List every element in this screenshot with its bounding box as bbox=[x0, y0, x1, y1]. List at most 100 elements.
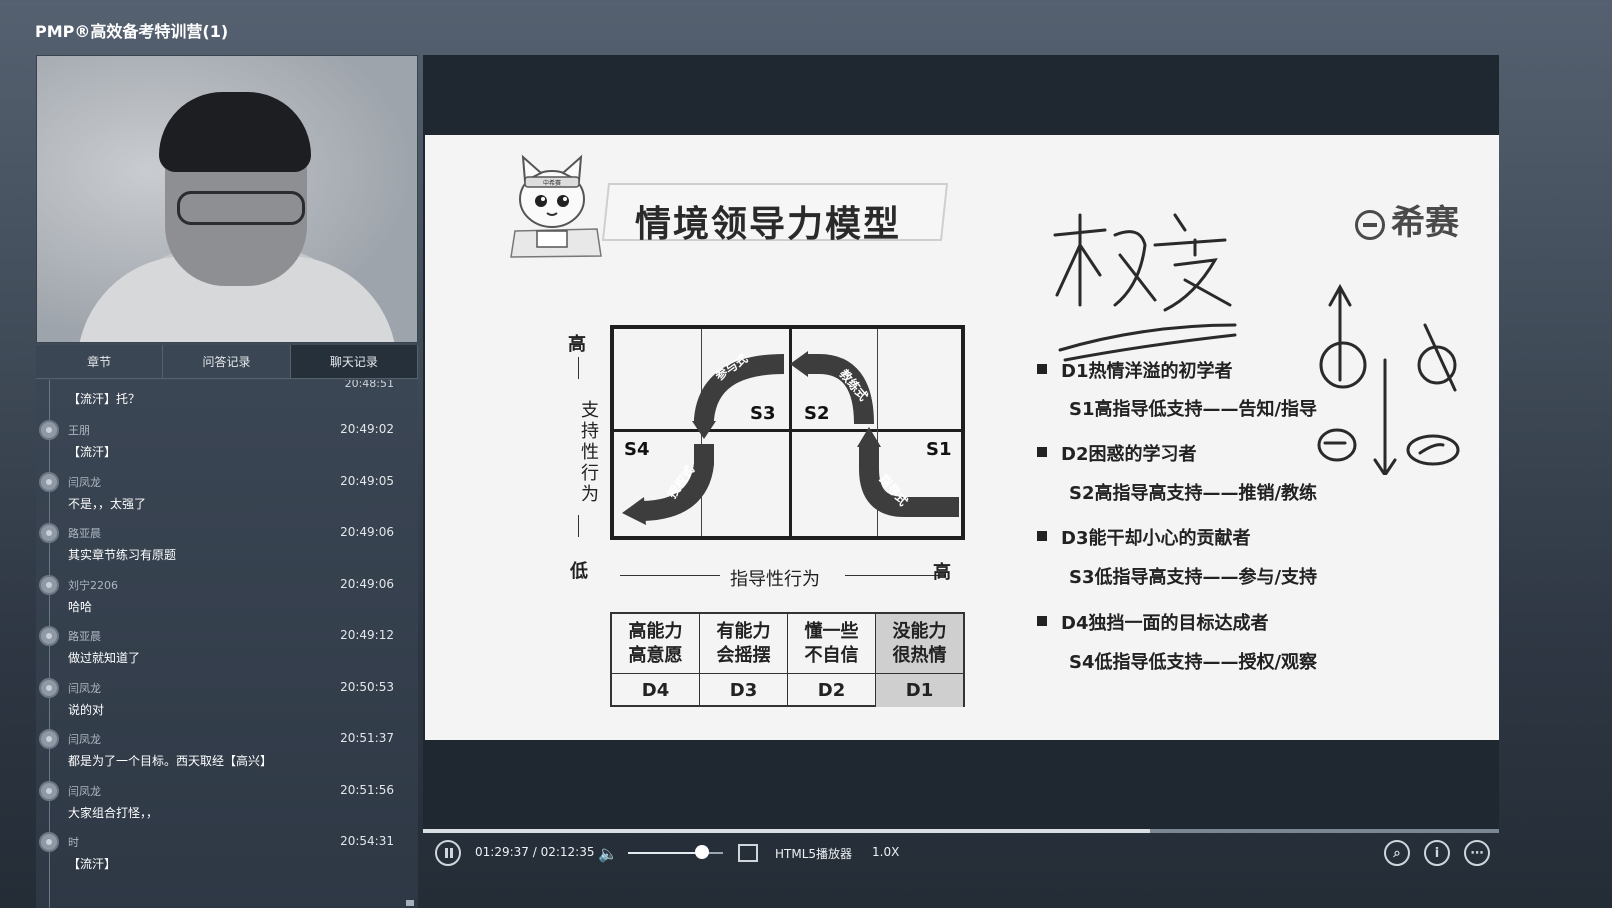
style-curve-arrows: 参与式 教练式 授权式 指导式 bbox=[622, 351, 959, 525]
chat-time: 20:51:37 bbox=[340, 731, 394, 745]
list-item: D3能干却小心的贡献者 bbox=[1037, 524, 1250, 550]
development-level-table: 高能力 高意愿 有能力 会摇摆 懂一些 不自信 没能力 很热情 D4 D3 D2… bbox=[610, 612, 965, 707]
lecture-slide: 中希赛 情境领导力模型 希赛 权变 高 支持性行为 低 指导性行为 高 参与式 … bbox=[425, 135, 1499, 740]
bullet-icon bbox=[1037, 616, 1047, 626]
volume-icon[interactable]: 🔈 bbox=[598, 844, 618, 863]
webcam-video[interactable] bbox=[36, 55, 418, 343]
chat-time: 20:49:12 bbox=[340, 628, 394, 642]
pause-button[interactable] bbox=[435, 840, 461, 866]
list-head: D1热情洋溢的初学者 bbox=[1061, 361, 1233, 382]
chat-user: 路亚晨 bbox=[68, 527, 101, 540]
chat-item: 闫凤龙 20:51:37 都是为了一个目标。西天取经【高兴】 bbox=[36, 727, 418, 777]
quadrant-s1: S1 bbox=[926, 439, 952, 460]
dev-line1: 懂一些 bbox=[804, 621, 859, 642]
chat-time: 20:48:51 bbox=[344, 380, 394, 390]
chat-text: 其实章节练习有原题 bbox=[68, 548, 177, 562]
chat-time: 20:51:56 bbox=[340, 783, 394, 797]
avatar bbox=[39, 575, 59, 595]
dev-cell: 高能力 高意愿 bbox=[612, 614, 700, 674]
avatar bbox=[39, 626, 59, 646]
quadrant-s3: S3 bbox=[750, 403, 776, 424]
chat-text: 说的对 bbox=[68, 703, 105, 717]
chat-time: 20:49:02 bbox=[340, 422, 394, 436]
dev-cell: 有能力 会摇摆 bbox=[700, 614, 788, 674]
avatar bbox=[39, 420, 59, 440]
bullet-icon bbox=[1037, 531, 1047, 541]
info-icon[interactable]: i bbox=[1424, 840, 1450, 866]
search-icon[interactable]: ⌕ bbox=[1384, 840, 1410, 866]
chat-item: 闫凤龙 20:50:53 说的对 bbox=[36, 676, 418, 726]
chat-user: 闫凤龙 bbox=[68, 476, 101, 489]
bullet-icon bbox=[1037, 364, 1047, 374]
chat-text: 大家组合打怪，， bbox=[68, 806, 159, 820]
avatar bbox=[39, 832, 59, 852]
chat-time: 20:49:06 bbox=[340, 525, 394, 539]
chat-user: 王朋 bbox=[68, 424, 90, 437]
dev-line2: 不自信 bbox=[804, 645, 859, 666]
chat-text: 【流汗】托？ bbox=[68, 392, 141, 406]
speed-button[interactable]: 1.0X bbox=[872, 845, 899, 859]
handwriting-annotation: 权变 bbox=[1045, 175, 1460, 475]
avatar bbox=[39, 729, 59, 749]
dev-code: D4 bbox=[612, 674, 700, 707]
tab-chat-records[interactable]: 聊天记录 bbox=[290, 345, 418, 378]
handwriting-text: 权变 bbox=[1045, 175, 1047, 176]
dev-cell: 懂一些 不自信 bbox=[788, 614, 876, 674]
chat-text: 【流汗】 bbox=[68, 445, 117, 459]
dev-line2: 会摇摆 bbox=[716, 645, 771, 666]
list-sub: S1高指导低支持——告知/指导 bbox=[1069, 399, 1318, 420]
list-item: D1热情洋溢的初学者 bbox=[1037, 357, 1232, 383]
list-sub: S3低指导高支持——参与/支持 bbox=[1069, 567, 1318, 588]
chat-user: 闫凤龙 bbox=[68, 785, 101, 798]
quadrant-s4: S4 bbox=[624, 439, 650, 460]
chat-time: 20:50:53 bbox=[340, 680, 394, 694]
chat-scrollbar[interactable] bbox=[406, 900, 414, 906]
chat-user: 路亚晨 bbox=[68, 630, 101, 643]
chat-user: 时 bbox=[68, 836, 79, 849]
left-panel: 章节 问答记录 聊天记录 20:48:51 【流汗】托？ 王朋 20:49:02… bbox=[36, 55, 418, 908]
cat-mascot-icon: 中希赛 bbox=[510, 154, 602, 258]
avatar bbox=[39, 678, 59, 698]
list-head: D2困惑的学习者 bbox=[1061, 444, 1197, 465]
chat-item: 闫凤龙 20:51:56 大家组合打怪，， bbox=[36, 779, 418, 829]
chat-user: 刘宁2206 bbox=[68, 579, 118, 592]
y-arrow-up bbox=[578, 357, 579, 379]
tab-qa-records[interactable]: 问答记录 bbox=[163, 345, 291, 378]
app-title: PMP®高效备考特训营(1) bbox=[35, 22, 229, 41]
list-sub: S2高指导高支持——推销/教练 bbox=[1069, 483, 1318, 504]
player-controls: 01:29:37 / 02:12:35 🔈 HTML5播放器 1.0X ⌕ i … bbox=[423, 834, 1499, 874]
x-axis-label: 指导性行为 bbox=[730, 569, 820, 590]
dev-code: D2 bbox=[788, 674, 876, 707]
chat-user: 闫凤龙 bbox=[68, 682, 101, 695]
picture-in-picture-icon[interactable] bbox=[738, 844, 758, 862]
time-display: 01:29:37 / 02:12:35 bbox=[475, 845, 595, 859]
avatar bbox=[39, 472, 59, 492]
dev-code: D1 bbox=[876, 674, 963, 707]
progress-bar[interactable] bbox=[423, 829, 1499, 833]
avatar bbox=[39, 523, 59, 543]
more-icon[interactable]: ⋯ bbox=[1464, 840, 1490, 866]
chat-item: 路亚晨 20:49:06 其实章节练习有原题 bbox=[36, 521, 418, 571]
webcam-glasses bbox=[177, 191, 305, 225]
dev-cell-highlighted: 没能力 很热情 bbox=[876, 614, 963, 674]
dev-line1: 高能力 bbox=[628, 621, 683, 642]
y-arrow-down bbox=[578, 515, 579, 537]
list-item: D2困惑的学习者 bbox=[1037, 440, 1196, 466]
volume-knob[interactable] bbox=[695, 845, 710, 859]
bullet-icon bbox=[1037, 447, 1047, 457]
quadrant-s2: S2 bbox=[804, 403, 830, 424]
chat-list[interactable]: 20:48:51 【流汗】托？ 王朋 20:49:02 【流汗】 闫凤龙 20:… bbox=[36, 380, 418, 908]
slide-title: 情境领导力模型 bbox=[635, 204, 902, 245]
list-head: D4独挡一面的目标达成者 bbox=[1061, 613, 1269, 634]
chat-item: 路亚晨 20:49:12 做过就知道了 bbox=[36, 624, 418, 674]
dev-code: D3 bbox=[700, 674, 788, 707]
chat-user: 闫凤龙 bbox=[68, 733, 101, 746]
video-player[interactable]: 中希赛 情境领导力模型 希赛 权变 高 支持性行为 低 指导性行为 高 参与式 … bbox=[423, 55, 1499, 830]
x-high-label: 高 bbox=[933, 562, 951, 583]
y-high-label: 高 bbox=[568, 334, 586, 355]
tab-chapters[interactable]: 章节 bbox=[36, 345, 164, 378]
chat-item: 王朋 20:49:02 【流汗】 bbox=[36, 418, 418, 468]
list-sub: S4低指导低支持——授权/观察 bbox=[1069, 652, 1318, 673]
leadership-matrix: 参与式 教练式 授权式 指导式 S3 S2 S4 S1 bbox=[610, 325, 965, 540]
dev-line2: 高意愿 bbox=[628, 645, 683, 666]
